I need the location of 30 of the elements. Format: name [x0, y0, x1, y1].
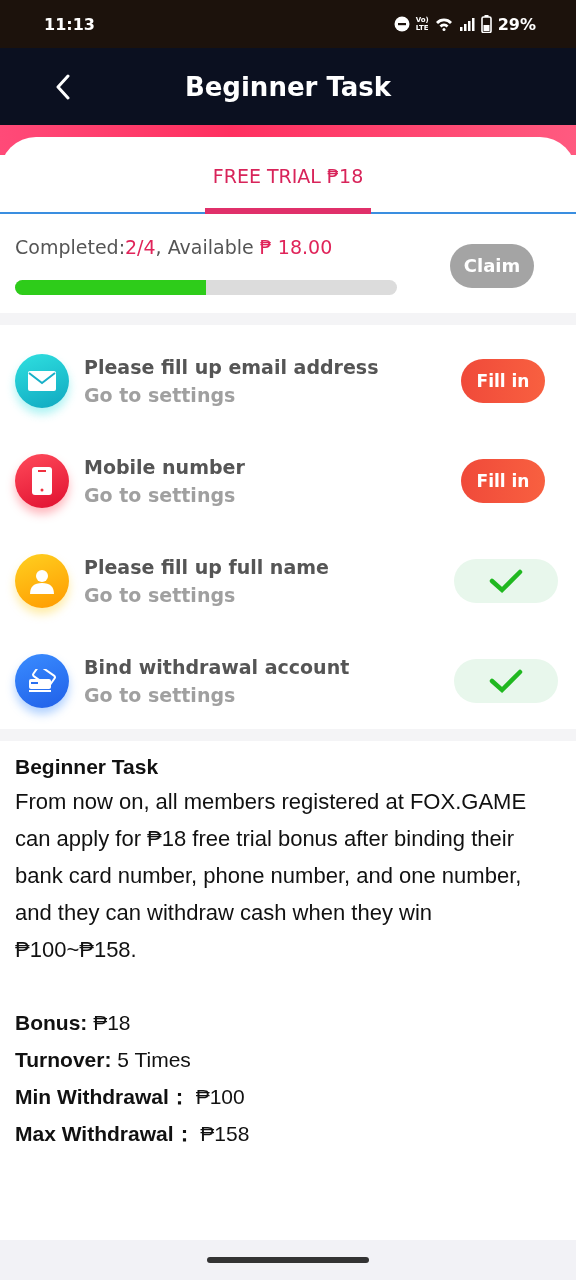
phone-icon — [15, 454, 69, 508]
task-subtitle: Go to settings — [84, 684, 237, 706]
battery-percent: 29% — [497, 14, 536, 34]
detail-line: Max Withdrawal： ₱158 — [15, 1121, 251, 1147]
wifi-icon — [434, 17, 453, 31]
battery-icon — [480, 15, 492, 33]
envelope-icon — [15, 354, 69, 408]
task-title: Mobile number — [84, 456, 246, 478]
task-subtitle: Go to settings — [84, 584, 237, 606]
detail-line: Min Withdrawal： ₱100 — [15, 1084, 246, 1110]
task-subtitle: Go to settings — [84, 384, 237, 406]
tab[interactable]: FREE TRIAL ₱18 — [205, 137, 371, 214]
description-text: From now on, all members registered at FOX.GAME can apply for ₱18 free trial bonus after binding their bank card number, phone number, and one number, and they can withdraw cash when they win ₱100~₱158. — [15, 788, 528, 964]
status-time: 11:13 — [44, 14, 95, 34]
detail-line: Bonus: ₱18 — [15, 1010, 132, 1036]
fill-in-button[interactable]: Fill in — [461, 459, 545, 503]
description-title: Beginner Task — [15, 755, 160, 779]
completion-summary: Completed:2/4, Available ₱ 18.00 — [15, 236, 334, 258]
card-icon — [15, 654, 69, 708]
task-subtitle: Go to settings — [84, 484, 237, 506]
signal-icon — [458, 17, 475, 31]
task-title: Bind withdrawal account — [84, 656, 351, 678]
task-title: Please fill up email address — [84, 356, 380, 378]
person-icon — [15, 554, 69, 608]
task-title: Please fill up full name — [84, 556, 330, 578]
fill-in-button[interactable]: Fill in — [461, 359, 545, 403]
back-icon[interactable] — [55, 74, 71, 100]
do-not-disturb-icon — [393, 16, 410, 32]
page-title: Beginner Task — [184, 71, 392, 102]
detail-line: Turnover: 5 Times — [15, 1047, 192, 1073]
